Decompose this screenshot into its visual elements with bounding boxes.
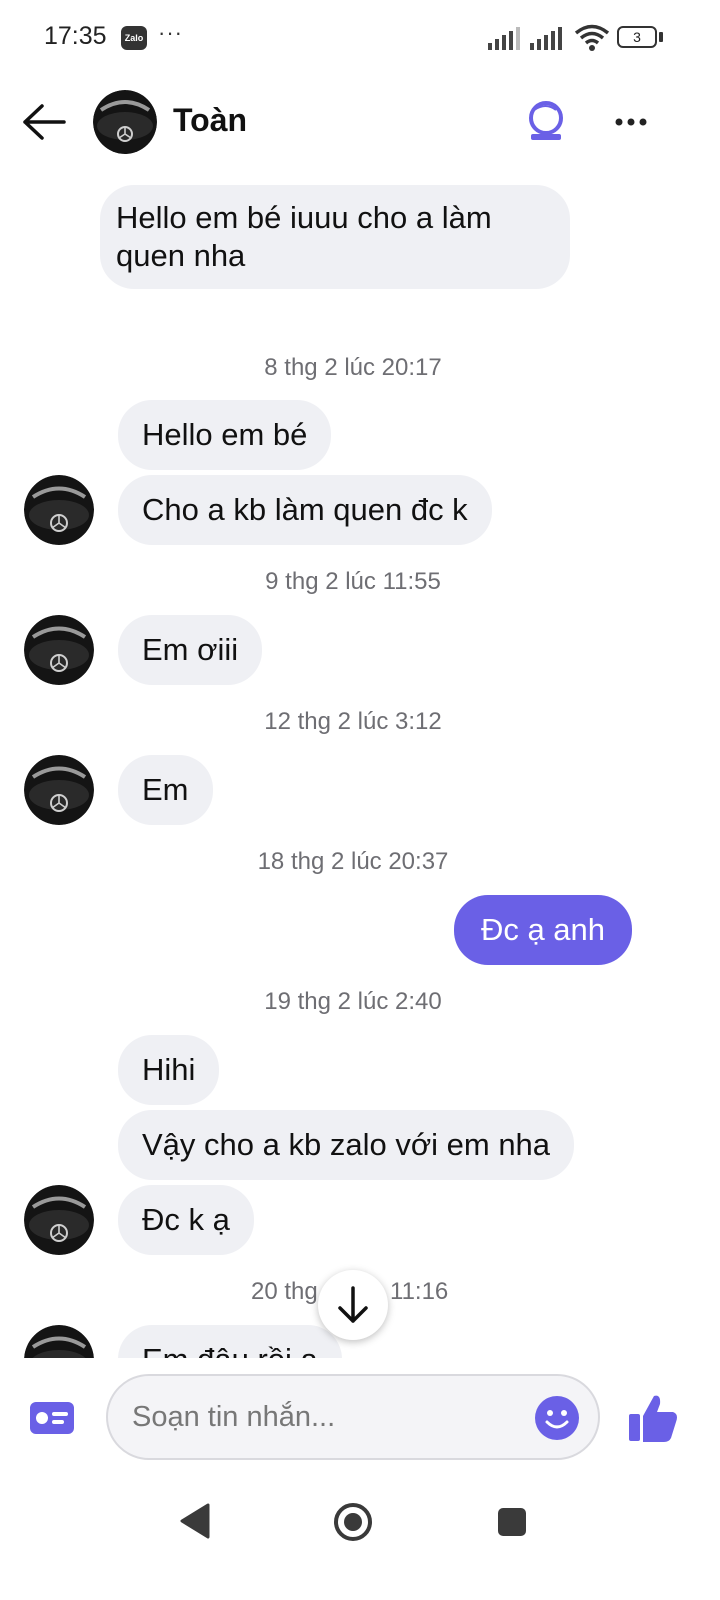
car-avatar-image (24, 475, 94, 545)
chat-message-list[interactable]: Hello em bé iuuu cho a làm quen nha 8 th… (0, 170, 720, 1358)
more-options-button[interactable] (607, 100, 655, 144)
message-text-line2: quen nha (116, 238, 246, 273)
contact-avatar[interactable] (93, 90, 157, 154)
sender-avatar[interactable] (24, 1185, 94, 1255)
sender-avatar[interactable] (24, 755, 94, 825)
nav-home-icon (334, 1503, 372, 1541)
status-time: 17:35 (44, 22, 107, 50)
nav-back-icon (180, 1503, 210, 1539)
back-button[interactable] (18, 98, 70, 146)
message-incoming[interactable]: Em đâu rồi ạ (118, 1325, 342, 1358)
message-text: Hello em bé iuuu cho a làm (116, 200, 492, 235)
timestamp-right: 11:16 (390, 1278, 449, 1305)
message-incoming[interactable]: Hello em bé (118, 400, 332, 470)
message-incoming[interactable]: Cho a kb làm quen đc k (118, 475, 492, 545)
more-notifications-icon: ··· (158, 20, 183, 45)
message-incoming[interactable]: Vậy cho a kb zalo với em nha (118, 1110, 575, 1180)
video-call-icon (529, 101, 563, 140)
contact-name[interactable]: Toàn (173, 102, 247, 139)
contact-card-icon (30, 1402, 74, 1434)
zalo-notification-icon: Zalo (121, 26, 147, 50)
nav-recents-icon (498, 1508, 526, 1536)
nav-back-button[interactable] (178, 1502, 212, 1540)
arrow-down-icon (338, 1286, 368, 1323)
message-outgoing[interactable]: Đc ạ anh (454, 895, 632, 965)
timestamp: 18 thg 2 lúc 20:37 (257, 848, 449, 875)
nav-home-button[interactable] (332, 1501, 374, 1543)
message-incoming[interactable]: Hello em bé iuuu cho a làm quen nha (100, 185, 570, 289)
back-arrow-icon (23, 104, 66, 140)
battery-tip (659, 32, 663, 42)
sender-avatar[interactable] (24, 475, 94, 545)
message-incoming[interactable]: Hihi (118, 1035, 220, 1105)
timestamp: 8 thg 2 lúc 20:17 (264, 354, 442, 381)
timestamp-left: 20 thg (251, 1278, 318, 1305)
like-button[interactable] (626, 1392, 680, 1444)
timestamp: 19 thg 2 lúc 2:40 (264, 988, 442, 1015)
message-incoming[interactable]: Đc k ạ (118, 1185, 254, 1255)
sender-avatar[interactable] (24, 615, 94, 685)
battery-icon: 3 (617, 26, 657, 48)
contact-card-button[interactable] (28, 1398, 76, 1438)
message-incoming[interactable]: Em ơiii (118, 615, 263, 685)
emoji-button[interactable] (533, 1394, 581, 1442)
nav-recents-button[interactable] (496, 1506, 528, 1538)
car-avatar-image (24, 1185, 94, 1255)
timestamp: 12 thg 2 lúc 3:12 (264, 708, 442, 735)
battery-level: 3 (633, 29, 641, 45)
emoji-icon (535, 1396, 579, 1440)
signal-icon-1 (488, 27, 520, 50)
more-dots-icon (615, 118, 647, 126)
wifi-icon (574, 24, 610, 51)
timestamp: 9 thg 2 lúc 11:55 (265, 568, 441, 595)
signal-icon-2 (530, 27, 562, 50)
car-avatar-image (93, 90, 157, 154)
scroll-to-bottom-button[interactable] (318, 1270, 388, 1340)
message-incoming[interactable]: Em (118, 755, 213, 825)
car-avatar-image (24, 755, 94, 825)
sender-avatar[interactable] (24, 1325, 94, 1358)
car-avatar-image (24, 615, 94, 685)
thumbs-up-icon (629, 1395, 677, 1442)
message-input[interactable]: Soạn tin nhắn... (106, 1374, 600, 1460)
status-bar: 17:35 Zalo ··· 3 (0, 0, 720, 80)
video-call-button[interactable] (520, 96, 572, 148)
car-avatar-image (24, 1325, 94, 1358)
